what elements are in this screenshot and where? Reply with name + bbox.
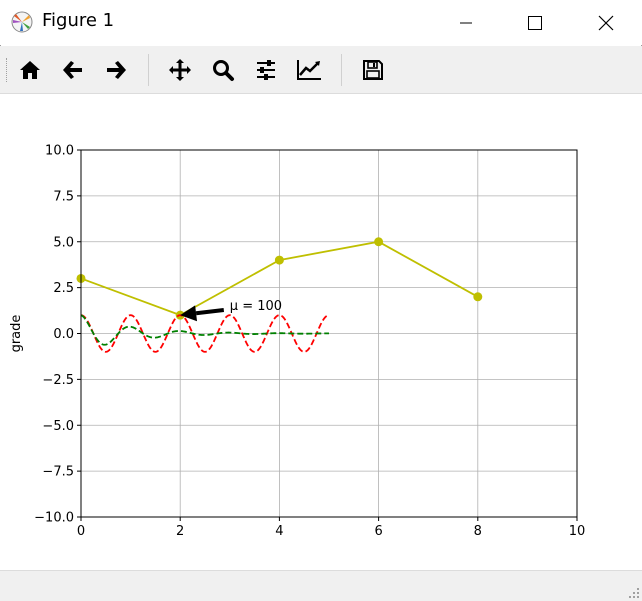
- x-tick-label: 4: [275, 524, 283, 539]
- save-icon: [363, 60, 383, 80]
- home-icon: [20, 61, 40, 79]
- y-tick-label: 10.0: [45, 144, 74, 159]
- navigation-toolbar: [0, 46, 642, 94]
- x-tick-label: 8: [474, 524, 482, 539]
- subplots-icon: [257, 60, 275, 80]
- pan-icon: [169, 59, 191, 81]
- maximize-icon: [528, 15, 542, 30]
- close-button[interactable]: [583, 0, 629, 45]
- back-arrow-icon: [63, 61, 82, 79]
- axis-ticks: 0 2 4 6 8 10 10.0 7.5 5.0 2.5 0.0 −2.5 −5.0 −7.5 −10.0: [34, 144, 585, 540]
- toolbar-separator: [148, 54, 149, 86]
- data-point-marker: [374, 237, 384, 247]
- y-tick-label: −7.5: [42, 465, 74, 480]
- minimize-button[interactable]: [443, 0, 489, 45]
- data-point-marker: [473, 292, 483, 302]
- zoom-icon: [213, 60, 234, 81]
- x-tick-label: 10: [569, 524, 586, 539]
- figure-canvas[interactable]: 0 2 4 6 8 10 10.0 7.5 5.0 2.5 0.0 −2.5 −5.0 −7.5 −10.0…: [0, 94, 642, 570]
- toolbar-grip[interactable]: [6, 58, 10, 82]
- back-button[interactable]: [58, 56, 88, 84]
- y-tick-label: 2.5: [53, 281, 74, 296]
- data-point-marker: [274, 255, 284, 265]
- annotation-arrow-shaft: [195, 307, 225, 316]
- series-line-2: [81, 314, 329, 346]
- minimize-icon: [460, 22, 472, 23]
- x-tick-label: 6: [374, 524, 382, 539]
- home-button[interactable]: [15, 56, 45, 84]
- y-tick-label: −10.0: [34, 511, 74, 526]
- line-chart[interactable]: 0 2 4 6 8 10 10.0 7.5 5.0 2.5 0.0 −2.5 −5.0 −7.5 −10.0…: [0, 94, 642, 570]
- title-bar[interactable]: Figure 1: [0, 0, 642, 45]
- forward-button[interactable]: [101, 56, 131, 84]
- resize-grip-icon[interactable]: [629, 588, 639, 598]
- matplotlib-app-icon: [10, 10, 34, 34]
- configure-subplots-button[interactable]: [251, 56, 281, 84]
- close-icon: [598, 15, 614, 30]
- forward-arrow-icon: [107, 61, 126, 79]
- save-button[interactable]: [358, 56, 388, 84]
- annotation-text: μ = 100: [230, 299, 282, 314]
- pan-button[interactable]: [165, 56, 195, 84]
- status-bar: [0, 570, 642, 601]
- edit-axis-icon: [297, 60, 321, 80]
- y-tick-label: 5.0: [53, 235, 74, 250]
- annotation: μ = 100: [180, 299, 282, 322]
- y-tick-label: 7.5: [53, 189, 74, 204]
- window-title: Figure 1: [42, 10, 115, 31]
- edit-axis-button[interactable]: [294, 56, 324, 84]
- y-tick-label: −2.5: [42, 373, 74, 388]
- y-tick-label: 0.0: [53, 327, 74, 342]
- toolbar-separator: [341, 54, 342, 86]
- x-tick-label: 2: [176, 524, 184, 539]
- zoom-button[interactable]: [208, 56, 238, 84]
- y-axis-label: grade: [9, 315, 24, 353]
- maximize-button[interactable]: [512, 0, 558, 45]
- x-tick-label: 0: [77, 524, 85, 539]
- y-tick-label: −5.0: [42, 419, 74, 434]
